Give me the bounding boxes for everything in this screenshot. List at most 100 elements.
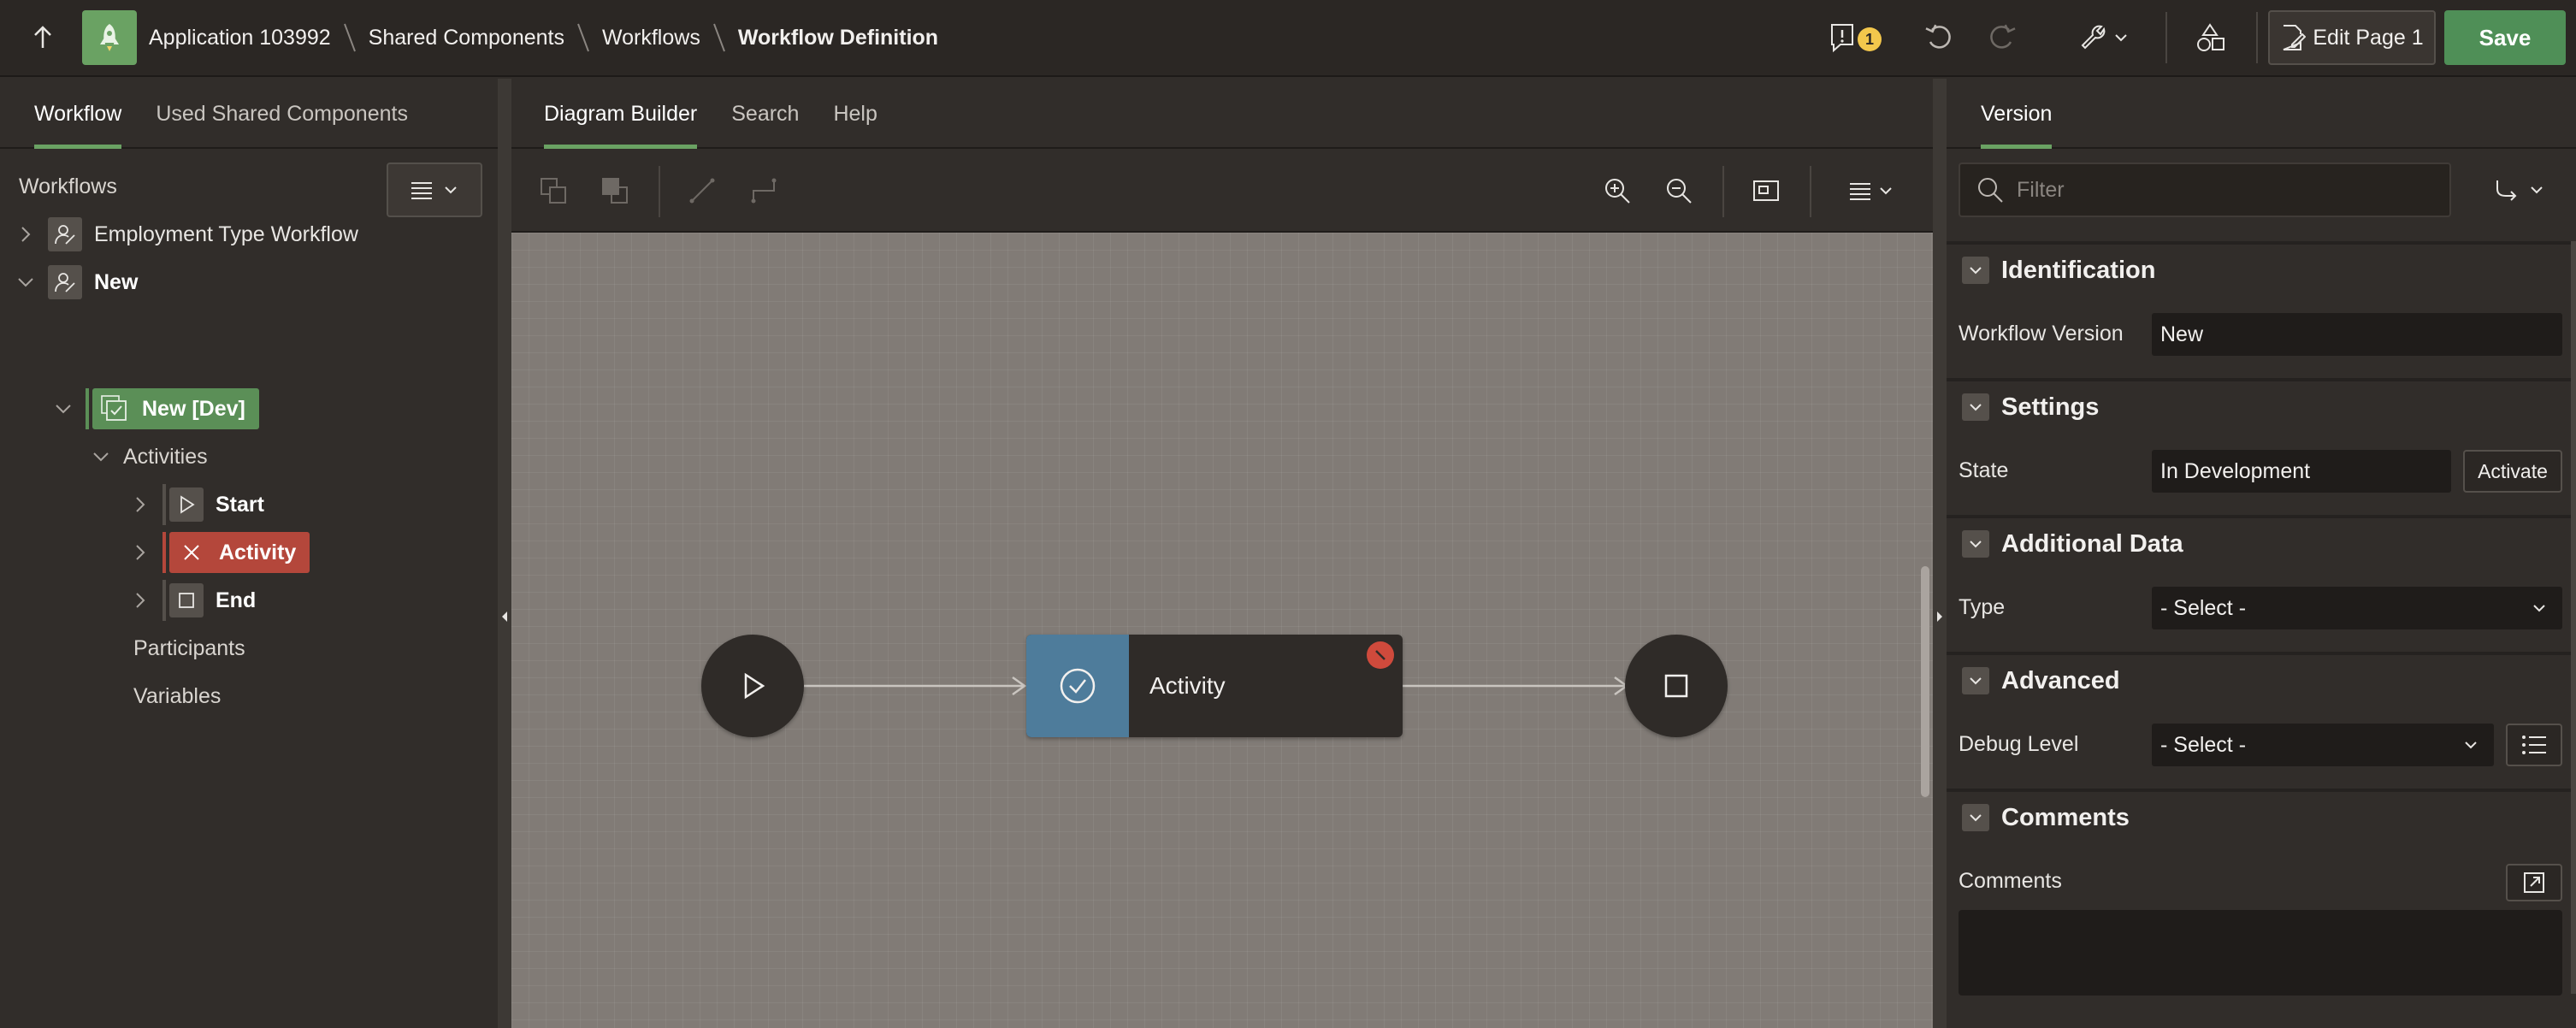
utilities-menu-button[interactable]: [2070, 17, 2138, 58]
straight-connector-icon[interactable]: [681, 169, 724, 212]
diagram-activity-node[interactable]: Activity: [1026, 635, 1403, 737]
chevron-down-icon: [445, 186, 457, 194]
section-identification[interactable]: Identification: [1947, 241, 2576, 296]
debug-level-label: Debug Level: [1959, 732, 2079, 756]
breadcrumb: Application 103992 Shared Components Wor…: [149, 0, 938, 75]
tree-node-start[interactable]: Start: [128, 484, 264, 525]
diagram-start-node[interactable]: [701, 635, 804, 737]
type-select[interactable]: - Select -: [2152, 587, 2562, 629]
edit-page-label: Edit Page 1: [2313, 25, 2424, 50]
tree-node-label: Activities: [123, 444, 208, 469]
play-icon: [744, 672, 765, 700]
tree-node-version-new-dev[interactable]: New [Dev]: [51, 388, 259, 429]
zoom-out-icon[interactable]: [1657, 169, 1700, 212]
send-backward-icon[interactable]: [594, 169, 636, 212]
workflow-icon: [48, 217, 82, 251]
diagram-canvas[interactable]: Activity: [511, 233, 1933, 1028]
tree-node-label: New: [94, 269, 139, 294]
right-tabbar: Version: [1947, 79, 2576, 149]
page-issues-icon[interactable]: [1825, 17, 1859, 58]
tree-node-label: Participants: [133, 635, 245, 660]
diagram-end-node[interactable]: [1625, 635, 1728, 737]
redo-icon[interactable]: [1982, 17, 2020, 58]
chevron-down-icon: [1880, 187, 1892, 195]
state-label: State: [1959, 458, 2009, 482]
chevron-down-icon: [2533, 605, 2545, 612]
tree-node-label: Start: [216, 492, 264, 517]
breadcrumb-application[interactable]: Application 103992: [149, 26, 331, 50]
connector-lines: [804, 676, 1629, 696]
section-settings[interactable]: Settings: [1947, 378, 2576, 433]
tree-node-label: Variables: [133, 683, 222, 708]
collapse-chevron-icon[interactable]: [1962, 393, 1989, 421]
undo-icon[interactable]: [1921, 17, 1959, 58]
collapse-left-icon: [502, 611, 507, 622]
comments-textarea[interactable]: [1959, 910, 2562, 996]
left-splitter[interactable]: [498, 79, 511, 1028]
go-to-group-icon: [2496, 180, 2517, 201]
tree-menu-button[interactable]: [387, 162, 482, 217]
tree-node-employment-type-workflow[interactable]: Employment Type Workflow: [14, 214, 358, 255]
workflow-version-label: Workflow Version: [1959, 322, 2124, 346]
tab-search[interactable]: Search: [714, 79, 816, 149]
tab-used-shared-components[interactable]: Used Shared Components: [139, 79, 425, 149]
error-indicator-icon[interactable]: [1367, 641, 1394, 669]
expand-icon: [2524, 872, 2544, 893]
right-splitter[interactable]: [1933, 79, 1947, 1028]
expand-editor-button[interactable]: [2506, 864, 2562, 901]
app-logo-icon[interactable]: [82, 10, 137, 65]
diagram-toolbar: [511, 151, 1933, 233]
workflows-heading: Workflows: [19, 174, 117, 198]
breadcrumb-workflows[interactable]: Workflows: [602, 26, 700, 50]
tree-node-variables[interactable]: Variables: [133, 676, 221, 717]
chevron-right-icon: [136, 593, 145, 608]
filter-input[interactable]: [2017, 177, 2427, 203]
version-icon: [97, 392, 132, 426]
tree-node-label: Activity: [219, 540, 297, 564]
diagram-menu-button[interactable]: [1837, 169, 1905, 212]
debug-level-select[interactable]: - Select -: [2152, 724, 2494, 766]
error-x-icon: [174, 535, 209, 570]
zoom-in-icon[interactable]: [1596, 169, 1639, 212]
tree-node-participants[interactable]: Participants: [133, 628, 245, 669]
elbow-connector-icon[interactable]: [742, 169, 785, 212]
collapse-chevron-icon[interactable]: [1962, 257, 1989, 284]
breadcrumb-shared-components[interactable]: Shared Components: [369, 26, 564, 50]
property-editor-scrollbar[interactable]: [2571, 241, 2576, 994]
tab-workflow[interactable]: Workflow: [0, 79, 139, 149]
chevron-down-icon: [18, 278, 33, 287]
tree-node-end[interactable]: End: [128, 580, 256, 621]
filter-field[interactable]: [1959, 162, 2451, 217]
up-arrow-icon[interactable]: [27, 22, 58, 53]
state-field: In Development: [2152, 450, 2451, 493]
section-comments[interactable]: Comments: [1947, 789, 2576, 843]
section-advanced[interactable]: Advanced: [1947, 652, 2576, 706]
save-button[interactable]: Save: [2444, 10, 2566, 65]
chevron-right-icon: [21, 227, 31, 242]
tree-node-activity[interactable]: Activity: [128, 532, 310, 573]
canvas-scrollbar[interactable]: [1921, 566, 1929, 797]
chevron-down-icon: [2531, 186, 2543, 194]
search-icon: [1978, 178, 2003, 203]
tab-version[interactable]: Version: [1947, 79, 2069, 149]
list-of-values-button[interactable]: [2506, 724, 2562, 766]
chevron-right-icon: [136, 497, 145, 512]
tree-node-new-workflow[interactable]: New: [14, 262, 138, 303]
list-menu-icon: [411, 182, 432, 199]
breadcrumb-workflow-definition: Workflow Definition: [737, 25, 939, 50]
tree-node-activities[interactable]: Activities: [89, 436, 208, 477]
go-to-group-button[interactable]: [2485, 168, 2554, 212]
activate-button[interactable]: Activate: [2463, 450, 2562, 493]
tab-help[interactable]: Help: [816, 79, 894, 149]
bring-forward-icon[interactable]: [532, 169, 575, 212]
tab-diagram-builder[interactable]: Diagram Builder: [511, 79, 714, 149]
center-panel: Diagram Builder Search Help Activity: [511, 79, 1933, 1028]
collapse-chevron-icon[interactable]: [1962, 667, 1989, 694]
section-additional-data[interactable]: Additional Data: [1947, 515, 2576, 570]
collapse-chevron-icon[interactable]: [1962, 804, 1989, 831]
collapse-chevron-icon[interactable]: [1962, 530, 1989, 558]
edit-page-button[interactable]: Edit Page 1: [2268, 10, 2436, 65]
workflow-version-field[interactable]: New: [2152, 313, 2562, 356]
fit-to-window-icon[interactable]: [1745, 169, 1787, 212]
shared-components-icon[interactable]: [2189, 17, 2230, 58]
